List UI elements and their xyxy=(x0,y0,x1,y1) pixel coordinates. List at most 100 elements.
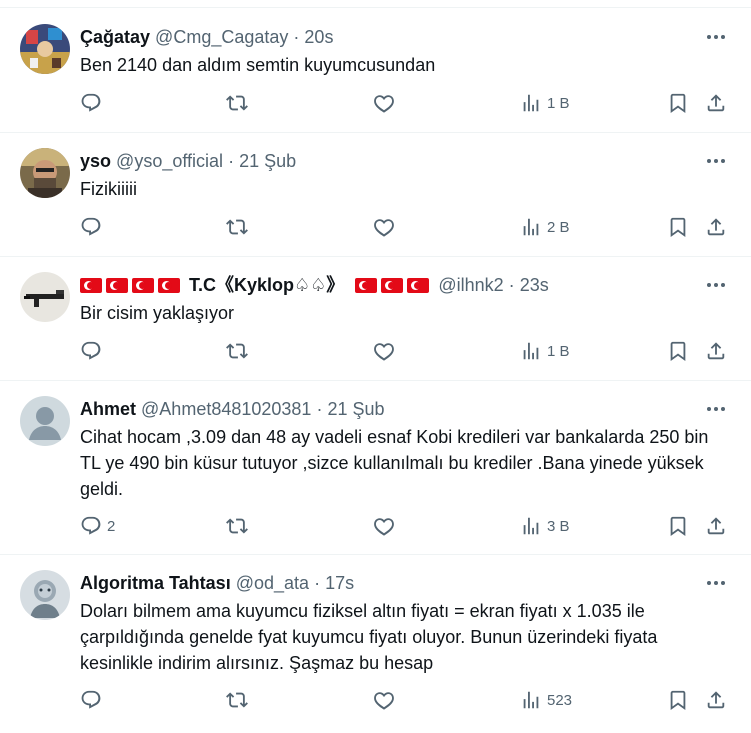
more-button[interactable] xyxy=(705,572,727,594)
bookmark-icon xyxy=(670,93,686,114)
separator-dot: · xyxy=(316,399,323,419)
tweet[interactable]: T.C《Kyklop♤♤》 @ilhnk2 · 23s Bir cisim ya… xyxy=(0,257,751,381)
tweet-header: T.C《Kyklop♤♤》 @ilhnk2 · 23s xyxy=(80,273,549,297)
turkey-flag-icon xyxy=(132,278,154,293)
bookmark-button[interactable] xyxy=(667,689,689,713)
retweet-button[interactable] xyxy=(226,340,286,364)
display-name[interactable]: yso xyxy=(80,151,111,171)
reply-icon xyxy=(81,217,101,236)
turkey-flag-icon xyxy=(158,278,180,293)
like-icon xyxy=(374,95,394,113)
like-button[interactable] xyxy=(373,216,433,240)
action-bar: 1 B xyxy=(0,92,751,116)
views-icon xyxy=(523,517,539,535)
timestamp[interactable]: 20s xyxy=(304,27,333,47)
more-button[interactable] xyxy=(705,274,727,296)
view-count: 3 B xyxy=(547,518,570,535)
share-icon xyxy=(707,517,725,535)
view-count: 1 B xyxy=(547,95,570,112)
user-handle[interactable]: @Cmg_Cagatay xyxy=(155,27,288,47)
like-button[interactable] xyxy=(373,92,433,116)
views-button[interactable]: 3 B xyxy=(520,515,590,539)
tweet[interactable]: Algoritma Tahtası @od_ata · 17s Doları b… xyxy=(0,555,751,733)
like-button[interactable] xyxy=(373,689,433,713)
timestamp[interactable]: 17s xyxy=(325,573,354,593)
user-handle[interactable]: @Ahmet8481020381 xyxy=(141,399,311,419)
bookmark-button[interactable] xyxy=(667,92,689,116)
reply-button[interactable] xyxy=(80,92,140,116)
tweet[interactable]: Ahmet @Ahmet8481020381 · 21 Şub Cihat ho… xyxy=(0,381,751,555)
tweet-text: Doları bilmem ama kuyumcu fiziksel altın… xyxy=(80,601,658,673)
user-handle[interactable]: @ilhnk2 xyxy=(438,275,503,295)
avatar[interactable] xyxy=(20,396,70,446)
more-button[interactable] xyxy=(705,150,727,172)
bookmark-button[interactable] xyxy=(667,216,689,240)
timestamp[interactable]: 23s xyxy=(520,275,549,295)
bookmark-button[interactable] xyxy=(667,340,689,364)
display-name[interactable]: Algoritma Tahtası xyxy=(80,573,231,593)
views-button[interactable]: 1 B xyxy=(520,340,590,364)
retweet-icon xyxy=(226,692,248,708)
display-name[interactable]: Ahmet xyxy=(80,399,136,419)
retweet-button[interactable] xyxy=(226,515,286,539)
like-icon xyxy=(374,343,394,361)
timestamp[interactable]: 21 Şub xyxy=(239,151,296,171)
bookmark-button[interactable] xyxy=(667,515,689,539)
view-count: 1 B xyxy=(547,343,570,360)
reply-icon xyxy=(81,516,101,535)
top-divider xyxy=(0,0,751,8)
share-button[interactable] xyxy=(705,689,727,713)
avatar[interactable] xyxy=(20,570,70,620)
like-button[interactable] xyxy=(373,340,433,364)
retweet-button[interactable] xyxy=(226,689,286,713)
reply-button[interactable] xyxy=(80,689,140,713)
avatar[interactable] xyxy=(20,24,70,74)
avatar[interactable] xyxy=(20,272,70,322)
more-icon xyxy=(707,581,725,585)
bookmark-icon xyxy=(670,690,686,711)
tweet-header: Çağatay @Cmg_Cagatay · 20s xyxy=(80,25,333,49)
separator-dot: · xyxy=(508,275,515,295)
more-icon xyxy=(707,35,725,39)
share-icon xyxy=(707,218,725,236)
more-button[interactable] xyxy=(705,398,727,420)
avatar[interactable] xyxy=(20,148,70,198)
share-button[interactable] xyxy=(705,216,727,240)
user-handle[interactable]: @yso_official xyxy=(116,151,223,171)
tweet[interactable]: Çağatay @Cmg_Cagatay · 20s Ben 2140 dan … xyxy=(0,9,751,133)
like-icon xyxy=(374,219,394,237)
reply-button[interactable]: 2 xyxy=(80,515,140,539)
reply-count: 2 xyxy=(107,518,116,535)
reply-button[interactable] xyxy=(80,216,140,240)
user-handle[interactable]: @od_ata xyxy=(236,573,309,593)
bookmark-icon xyxy=(670,217,686,238)
action-bar: 1 B xyxy=(0,340,751,364)
timestamp[interactable]: 21 Şub xyxy=(327,399,384,419)
more-icon xyxy=(707,159,725,163)
share-button[interactable] xyxy=(705,92,727,116)
more-button[interactable] xyxy=(705,26,727,48)
separator-dot: · xyxy=(293,27,300,47)
views-button[interactable]: 523 xyxy=(520,689,590,713)
views-button[interactable]: 1 B xyxy=(520,92,590,116)
display-name[interactable]: Çağatay xyxy=(80,27,150,47)
share-icon xyxy=(707,94,725,112)
retweet-button[interactable] xyxy=(226,92,286,116)
views-icon xyxy=(523,691,539,709)
tweet-header: yso @yso_official · 21 Şub xyxy=(80,149,296,173)
more-icon xyxy=(707,283,725,287)
retweet-button[interactable] xyxy=(226,216,286,240)
share-button[interactable] xyxy=(705,340,727,364)
views-icon xyxy=(523,94,539,112)
tweet[interactable]: yso @yso_official · 21 Şub Fizikiiiii 2 … xyxy=(0,133,751,257)
separator-dot: · xyxy=(314,573,321,593)
view-count: 2 B xyxy=(547,219,570,236)
bookmark-icon xyxy=(670,516,686,537)
views-button[interactable]: 2 B xyxy=(520,216,590,240)
reply-icon xyxy=(81,341,101,360)
reply-button[interactable] xyxy=(80,340,140,364)
display-name[interactable]: T.C《Kyklop♤♤》 xyxy=(189,275,344,295)
share-button[interactable] xyxy=(705,515,727,539)
more-icon xyxy=(707,407,725,411)
like-button[interactable] xyxy=(373,515,433,539)
